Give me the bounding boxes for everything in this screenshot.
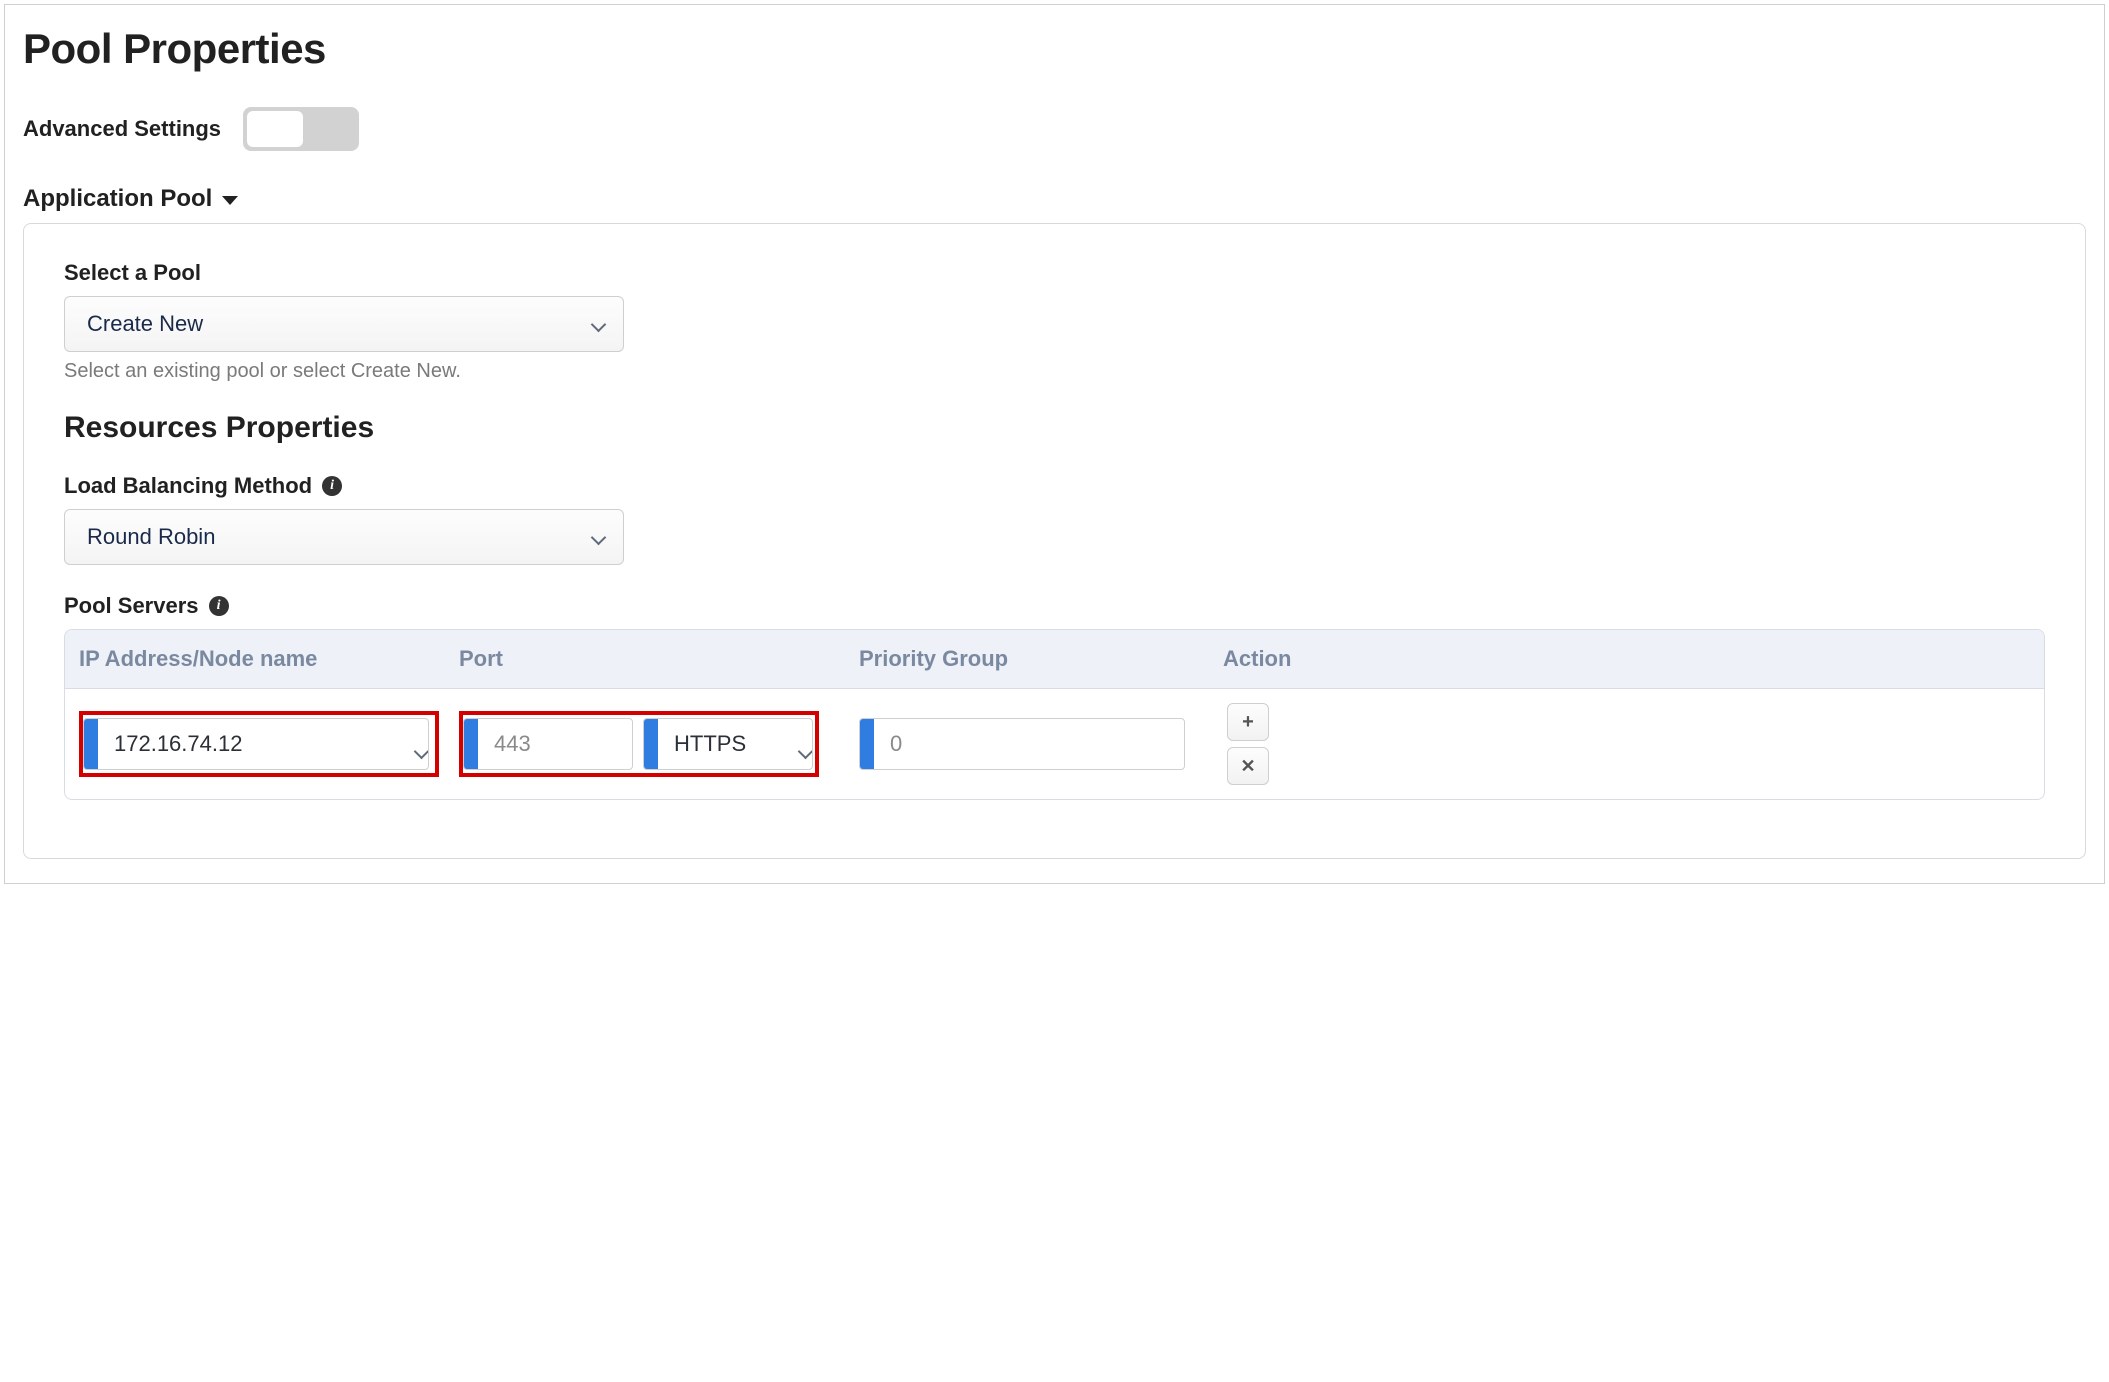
cell-action: + ✕ [1223, 703, 2030, 785]
add-row-button[interactable]: + [1227, 703, 1269, 741]
protocol-dropdown[interactable]: HTTPS [643, 718, 813, 770]
highlight-port: 443 HTTPS [459, 711, 819, 777]
lb-method-group: Load Balancing Method i Round Robin [64, 473, 2045, 565]
lb-method-dropdown[interactable]: Round Robin [64, 509, 624, 565]
chevron-down-icon [591, 530, 605, 544]
accent-bar [644, 719, 658, 769]
cell-priority: 0 [859, 718, 1223, 770]
ip-node-value: 172.16.74.12 [98, 731, 414, 757]
th-priority: Priority Group [859, 646, 1223, 672]
info-icon[interactable]: i [322, 476, 342, 496]
protocol-value: HTTPS [658, 731, 798, 757]
advanced-settings-row: Advanced Settings [23, 107, 2086, 151]
pool-properties-panel: Pool Properties Advanced Settings Applic… [4, 4, 2105, 884]
select-pool-label: Select a Pool [64, 260, 2045, 286]
select-pool-dropdown[interactable]: Create New [64, 296, 624, 352]
priority-input[interactable]: 0 [859, 718, 1185, 770]
select-pool-help: Select an existing pool or select Create… [64, 360, 2045, 383]
application-pool-label: Application Pool [23, 185, 212, 213]
th-ip: IP Address/Node name [79, 646, 459, 672]
resources-properties-title: Resources Properties [64, 411, 2045, 445]
plus-icon: + [1242, 712, 1254, 732]
priority-value: 0 [874, 731, 1184, 757]
pool-servers-group: Pool Servers i IP Address/Node name Port… [64, 593, 2045, 800]
th-port: Port [459, 646, 859, 672]
lb-method-label-row: Load Balancing Method i [64, 473, 2045, 499]
accent-bar [84, 719, 98, 769]
caret-down-icon [222, 196, 238, 205]
chevron-down-icon [591, 317, 605, 331]
toggle-knob [247, 111, 303, 147]
accent-bar [464, 719, 478, 769]
remove-row-button[interactable]: ✕ [1227, 747, 1269, 785]
port-input[interactable]: 443 [463, 718, 633, 770]
select-pool-value: Create New [87, 311, 203, 337]
advanced-settings-label: Advanced Settings [23, 116, 221, 142]
cell-port: 443 HTTPS [459, 711, 859, 777]
pool-servers-label-row: Pool Servers i [64, 593, 2045, 619]
info-icon[interactable]: i [209, 596, 229, 616]
application-pool-subpanel: Select a Pool Create New Select an exist… [23, 223, 2086, 859]
ip-node-input[interactable]: 172.16.74.12 [83, 718, 429, 770]
lb-method-label: Load Balancing Method [64, 473, 312, 499]
port-value: 443 [478, 731, 632, 757]
application-pool-section-header[interactable]: Application Pool [23, 185, 2086, 213]
accent-bar [860, 719, 874, 769]
th-action: Action [1223, 646, 2030, 672]
table-row: 172.16.74.12 443 [65, 689, 2044, 799]
lb-method-value: Round Robin [87, 524, 215, 550]
pool-servers-label: Pool Servers [64, 593, 199, 619]
cell-ip: 172.16.74.12 [79, 711, 459, 777]
page-title: Pool Properties [23, 25, 2086, 73]
table-header-row: IP Address/Node name Port Priority Group… [65, 630, 2044, 689]
close-icon: ✕ [1240, 757, 1255, 775]
select-pool-group: Select a Pool Create New Select an exist… [64, 260, 2045, 383]
pool-servers-table: IP Address/Node name Port Priority Group… [64, 629, 2045, 800]
advanced-settings-toggle[interactable] [243, 107, 359, 151]
highlight-ip: 172.16.74.12 [79, 711, 439, 777]
